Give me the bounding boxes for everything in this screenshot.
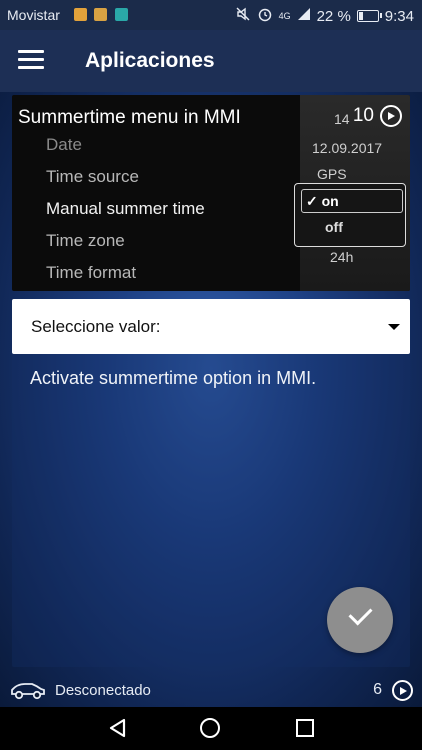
description-text: Activate summertime option in MMI. bbox=[30, 368, 317, 388]
photo-option-off: off bbox=[325, 219, 343, 235]
home-icon[interactable] bbox=[200, 718, 220, 738]
connection-footer: Desconectado 6 bbox=[0, 675, 422, 707]
item-count-value: 10 bbox=[352, 105, 374, 126]
notification-app-icon bbox=[115, 8, 128, 21]
app-bar: Aplicaciones bbox=[0, 30, 422, 92]
value-select-label: Seleccione valor: bbox=[31, 317, 161, 336]
system-nav-bar bbox=[0, 707, 422, 750]
check-icon bbox=[348, 601, 373, 626]
photo-menu-line: Time source bbox=[46, 167, 139, 186]
photo-option-on: ✓ on bbox=[301, 189, 403, 213]
photo-option-on-label: on bbox=[321, 193, 339, 209]
confirm-button[interactable] bbox=[327, 587, 393, 653]
value-select[interactable]: Seleccione valor: bbox=[12, 299, 410, 354]
item-title: Summertime menu in MMI bbox=[18, 107, 241, 128]
item-count[interactable]: 10 bbox=[353, 105, 402, 127]
signal-icon bbox=[297, 7, 311, 25]
photo-menu-line: Time format bbox=[46, 263, 137, 282]
battery-percent: 22 % bbox=[316, 7, 351, 25]
content-area: Date Time source Manual summer time Time… bbox=[0, 92, 422, 707]
photo-menu-line: Manual summer time bbox=[46, 199, 205, 218]
photo-value: GPS bbox=[317, 166, 347, 182]
photo-menu-line: Date bbox=[46, 135, 82, 154]
carrier-label: Movistar bbox=[7, 7, 60, 23]
photo-value: 14 bbox=[334, 111, 350, 127]
clock: 9:34 bbox=[384, 7, 414, 25]
network-label: 4G bbox=[278, 11, 291, 21]
battery-icon bbox=[356, 10, 382, 22]
photo-checkmark: ✓ bbox=[306, 193, 318, 209]
dropdown-arrow-icon bbox=[388, 324, 400, 330]
item-photo[interactable]: Date Time source Manual summer time Time… bbox=[12, 95, 410, 291]
photo-option-box: ✓ on off bbox=[294, 183, 406, 247]
connection-status: Desconectado bbox=[55, 682, 151, 699]
page-title: Aplicaciones bbox=[85, 49, 215, 72]
recent-apps-icon[interactable] bbox=[296, 719, 314, 737]
status-bar: Movistar 4G 22 % 9:34 bbox=[0, 0, 422, 30]
alarm-icon bbox=[257, 6, 273, 26]
hamburger-menu-icon[interactable] bbox=[18, 50, 44, 72]
notification-app-icon bbox=[74, 8, 87, 21]
notification-app-icon bbox=[94, 8, 107, 21]
footer-count: 6 bbox=[373, 681, 382, 698]
circle-play-icon bbox=[380, 105, 402, 127]
photo-value: 12.09.2017 bbox=[312, 140, 383, 156]
photo-value: 24h bbox=[330, 249, 354, 265]
mute-icon bbox=[235, 6, 251, 26]
circle-play-icon[interactable] bbox=[392, 680, 413, 701]
back-icon[interactable] bbox=[108, 718, 128, 743]
car-icon bbox=[9, 679, 47, 706]
photo-menu-line: Time zone bbox=[46, 231, 125, 250]
